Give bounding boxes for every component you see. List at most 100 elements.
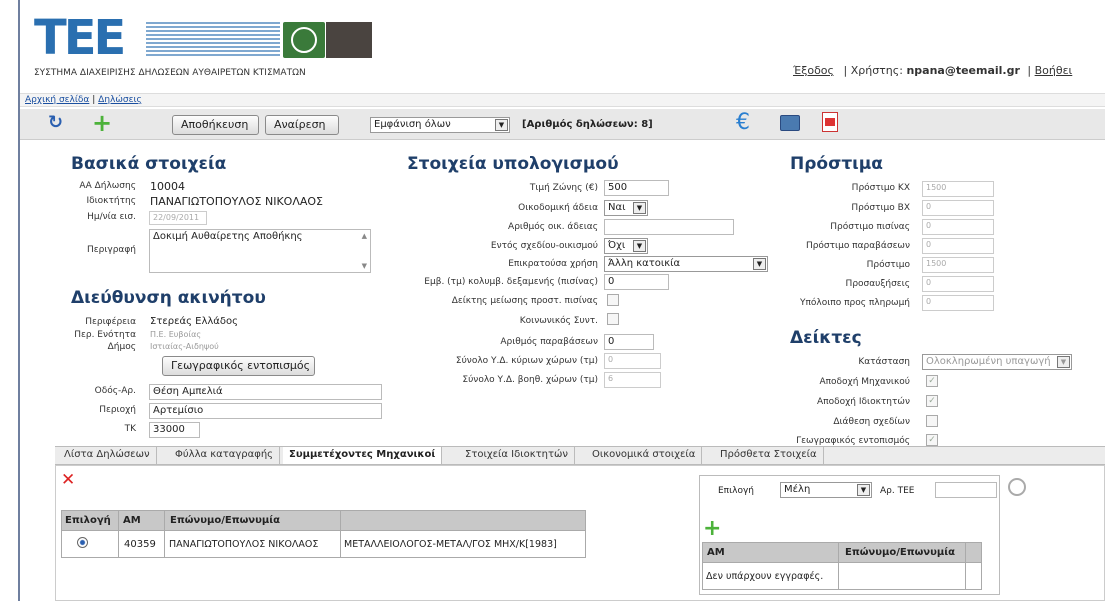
filter-select[interactable]: Εμφάνιση όλων ▼ [370,117,510,133]
use-label: Επικρατούσα χρήση [508,259,598,269]
row-specialty: ΜΕΤΑΛΛΕΙΟΛΟΓΟΣ-ΜΕΤΑΛ/ΓΟΣ ΜΗΧ/Κ[1983] [344,539,557,550]
chevron-down-icon: ▼ [753,258,766,270]
kx-field[interactable]: 1500 [922,181,994,197]
status-select[interactable]: Ολοκληρωμένη υπαγωγή ▼ [922,354,1072,370]
street-field[interactable]: Θέση Αμπελιά [149,384,382,400]
aa-label: ΑΑ Δήλωσης [79,181,136,191]
page-left-border [18,0,20,601]
permit-no-field[interactable] [604,219,734,235]
zone-label: Τιμή Ζώνης (€) [529,183,598,193]
pool-field[interactable]: 0 [604,274,669,290]
user-label: Χρήστης: [850,64,903,77]
scroll-icon[interactable]: ▲ [362,232,367,240]
row-radio[interactable] [77,537,88,548]
remaining-field[interactable]: 0 [922,295,994,311]
breadcrumb: Αρχική σελίδα | Δηλώσεις [20,93,1105,107]
pool-fine-field[interactable]: 0 [922,219,994,235]
bx-label: Πρόστιμο ΒΧ [851,203,910,213]
tab-engineers[interactable]: Συμμετέχοντες Μηχανικοί [283,447,443,464]
tab-declarations-list[interactable]: Λίστα Δηλώσεων [58,447,157,464]
fine-field[interactable]: 1500 [922,257,994,273]
permit-select-value: Ναι [608,202,626,213]
zone-field[interactable]: 500 [604,180,669,196]
choice-label: Επιλογή [718,486,755,496]
map-icon[interactable] [780,115,800,131]
main-area-field[interactable]: 0 [604,353,661,369]
col-am: ΑΜ [123,515,141,526]
euro-icon[interactable]: € [736,110,750,135]
use-select[interactable]: Άλλη κατοικία ▼ [604,256,768,272]
permit-select[interactable]: Ναι ▼ [604,200,648,216]
calc-title: Στοιχεία υπολογισμού [407,154,619,174]
tab-owners[interactable]: Στοιχεία Ιδιοκτητών [459,447,575,464]
breadcrumb-home-link[interactable]: Αρχική σελίδα [25,95,89,105]
logo-emblem [283,22,325,58]
tk-field[interactable]: 33000 [149,422,200,438]
logo-stripes [146,22,280,58]
social-checkbox[interactable] [607,313,619,325]
tab-additional[interactable]: Πρόσθετα Στοιχεία [714,447,824,464]
aux-area-label: Σύνολο Υ.Δ. βοηθ. χώρων (τμ) [462,375,598,385]
municipality-value: Ιστιαίας-Αιδηψού [150,342,219,351]
violations-field[interactable]: 0 [604,334,654,350]
unit-value: Π.Ε. Ευβοίας [150,330,202,339]
add-member-icon[interactable]: + [703,516,721,541]
delete-icon[interactable]: ✕ [61,470,75,490]
street-label: Οδός-Αρ. [94,386,136,396]
geo-locate-button[interactable]: Γεωγραφικός εντοπισμός [162,356,315,376]
bx-field[interactable]: 0 [922,200,994,216]
chevron-down-icon: ▼ [495,119,508,131]
search-icon[interactable] [1008,478,1026,496]
plan-select[interactable]: Όχι ▼ [604,238,648,254]
tee-logo: ΤΕΕ [34,10,154,66]
region-label: Περιφέρεια [85,317,136,327]
eng-accept-label: Αποδοχή Μηχανικού [819,377,910,387]
date-field[interactable]: 22/09/2011 [149,211,207,225]
area-field[interactable]: Αρτεμίσιο [149,403,382,419]
owner-value: ΠΑΝΑΓΙΩΤΟΠΟΥΛΟΣ ΝΙΚΟΛΑΟΣ [150,195,323,208]
system-name: ΣΥΣΤΗΜΑ ΔΙΑΧΕΙΡΙΣΗΣ ΔΗΛΩΣΕΩΝ ΑΥΘΑΙΡΕΤΩΝ … [34,68,306,78]
pool-idx-label: Δείκτης μείωσης προστ. πισίνας [451,296,598,306]
desc-field[interactable]: Δοκιμή Αυθαίρετης Αποθήκης ▲ ▼ [149,229,371,273]
tee-field[interactable] [935,482,997,498]
owner-accept-checkbox[interactable]: ✓ [926,395,938,407]
pdf-icon[interactable] [822,112,838,132]
desc-value: Δοκιμή Αυθαίρετης Αποθήκης [153,231,303,242]
add-icon[interactable]: + [92,109,112,137]
filter-select-value: Εμφάνιση όλων [374,119,451,130]
col-divider [965,543,966,589]
geo-indicator-checkbox[interactable]: ✓ [926,434,938,446]
choice-select[interactable]: Μέλη ▼ [780,482,872,498]
row-name: ΠΑΝΑΓΙΩΤΟΠΟΥΛΟΣ ΝΙΚΟΛΑΟΣ [169,539,319,550]
help-link[interactable]: Βοήθει [1035,64,1073,77]
pool-idx-checkbox[interactable] [607,294,619,306]
use-select-value: Άλλη κατοικία [608,258,681,269]
tee-logo-text: ΤΕΕ [34,10,126,66]
tab-record-sheets[interactable]: Φύλλα καταγραφής [169,447,281,464]
surcharge-label: Προσαυξήσεις [845,279,910,289]
table-row[interactable]: 40359 ΠΑΝΑΓΙΩΤΟΠΟΥΛΟΣ ΝΙΚΟΛΑΟΣ ΜΕΤΑΛΛΕΙΟ… [62,531,585,557]
pool-fine-label: Πρόστιμο πισίνας [830,222,910,232]
header-sep: | [1027,64,1032,77]
plan-select-value: Όχι [608,240,626,251]
col-am: ΑΜ [707,547,725,558]
refresh-icon[interactable]: ↻ [48,112,63,133]
kx-label: Πρόστιμο ΚΧ [851,183,910,193]
surcharge-field[interactable]: 0 [922,276,994,292]
save-button[interactable]: Αποθήκευση [172,115,259,135]
plans-checkbox[interactable] [926,415,938,427]
area-label: Περιοχή [99,405,136,415]
aux-area-field[interactable]: 6 [604,372,661,388]
exit-link[interactable]: Έξοδος [793,64,834,77]
breadcrumb-declarations-link[interactable]: Δηλώσεις [98,95,142,105]
unit-label: Περ. Ενότητα [74,330,136,340]
geo-indicator-label: Γεωγραφικός εντοπισμός [796,436,910,446]
eng-accept-checkbox[interactable]: ✓ [926,375,938,387]
status-select-value: Ολοκληρωμένη υπαγωγή [926,356,1051,367]
viol-fine-field[interactable]: 0 [922,238,994,254]
logo-dark-block [326,22,372,58]
chevron-down-icon: ▼ [633,240,646,252]
undo-button[interactable]: Αναίρεση [265,115,339,135]
chevron-down-icon: ▼ [857,484,870,496]
tab-financial[interactable]: Οικονομικά στοιχεία [586,447,703,464]
